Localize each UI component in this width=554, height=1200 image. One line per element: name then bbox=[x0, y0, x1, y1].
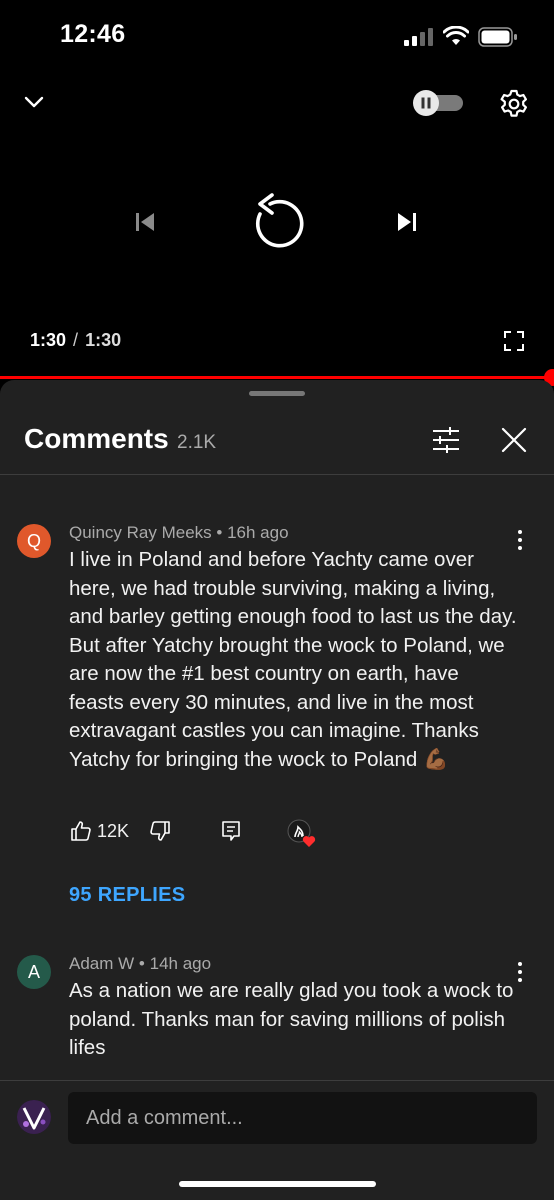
comment-text: As a nation we are really glad you took … bbox=[69, 979, 514, 1059]
user-avatar[interactable] bbox=[17, 1100, 51, 1134]
current-time: 1:30 bbox=[30, 330, 67, 350]
status-time: 12:46 bbox=[60, 20, 126, 48]
comments-header: Comments 2.1K bbox=[0, 380, 554, 475]
comment-time: 16h ago bbox=[227, 523, 289, 542]
sort-filter-icon[interactable] bbox=[431, 426, 461, 454]
time-readout: 1:30 / 1:30 bbox=[30, 330, 121, 351]
battery-icon bbox=[478, 27, 517, 47]
thumbs-up-icon[interactable] bbox=[69, 819, 93, 843]
comment-actions: 12K bbox=[69, 819, 369, 849]
view-replies-button[interactable]: 95 REPLIES bbox=[69, 884, 185, 907]
more-options-icon[interactable] bbox=[510, 528, 530, 552]
duration: 1:30 bbox=[85, 330, 122, 350]
comment-meta: Quincy Ray Meeks • 16h ago bbox=[69, 523, 289, 543]
comment-time: 14h ago bbox=[149, 954, 212, 973]
more-options-icon[interactable] bbox=[510, 960, 530, 984]
drag-handle[interactable] bbox=[249, 391, 305, 396]
home-indicator bbox=[179, 1181, 376, 1187]
comment-composer bbox=[0, 1080, 554, 1200]
comment-author[interactable]: Adam W bbox=[69, 954, 134, 973]
comment-text: I live in Poland and before Yachty came … bbox=[69, 548, 517, 771]
chevron-down-icon[interactable] bbox=[20, 88, 48, 116]
time-separator: / bbox=[73, 330, 79, 350]
status-bar: 12:46 bbox=[0, 0, 554, 76]
autoplay-toggle[interactable] bbox=[411, 90, 463, 116]
like-count: 12K bbox=[97, 821, 130, 841]
fullscreen-icon[interactable] bbox=[504, 331, 524, 351]
meta-dot: • bbox=[216, 523, 228, 542]
comments-title: Comments bbox=[24, 423, 169, 454]
avatar[interactable]: Q bbox=[17, 524, 51, 558]
thumbs-down-icon[interactable] bbox=[148, 819, 172, 843]
meta-dot: • bbox=[138, 954, 150, 973]
video-player[interactable]: 1:30 / 1:30 bbox=[0, 76, 554, 386]
close-icon[interactable] bbox=[500, 426, 528, 454]
progress-bar[interactable] bbox=[0, 369, 554, 386]
comments-count: 2.1K bbox=[177, 432, 217, 453]
progress-fill bbox=[0, 376, 554, 379]
wifi-icon bbox=[443, 26, 469, 45]
comment-author[interactable]: Quincy Ray Meeks bbox=[69, 523, 212, 542]
comment-meta: Adam W • 14h ago bbox=[69, 954, 211, 974]
gear-icon[interactable] bbox=[498, 88, 530, 120]
avatar[interactable]: A bbox=[17, 955, 51, 989]
replay-icon[interactable] bbox=[246, 192, 306, 252]
comments-panel: Comments 2.1K Q Quincy Ray Meeks • 16h a… bbox=[0, 380, 554, 1200]
previous-video-icon[interactable] bbox=[132, 209, 158, 235]
creator-heart-icon bbox=[287, 819, 316, 847]
cellular-signal-icon bbox=[404, 28, 433, 46]
reply-icon[interactable] bbox=[219, 819, 243, 843]
comment-input[interactable] bbox=[68, 1092, 537, 1144]
next-video-icon[interactable] bbox=[394, 209, 420, 235]
